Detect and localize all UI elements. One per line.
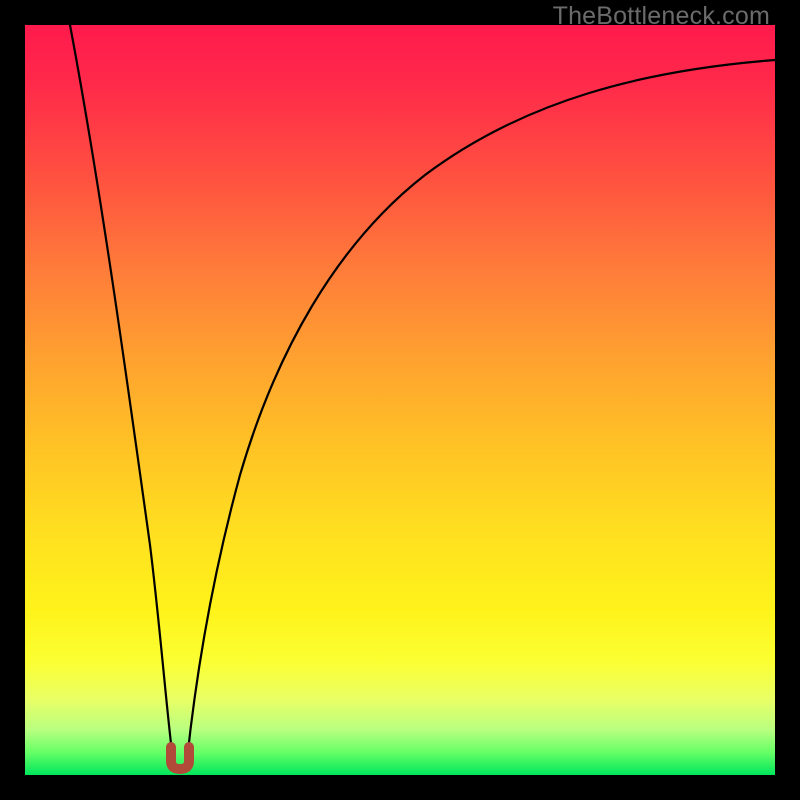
- plot-area: [25, 25, 775, 775]
- curve-left-branch: [70, 25, 173, 760]
- min-marker: [171, 747, 189, 769]
- curve-right-branch: [187, 60, 775, 760]
- curve-layer: [25, 25, 775, 775]
- chart-frame: TheBottleneck.com: [0, 0, 800, 800]
